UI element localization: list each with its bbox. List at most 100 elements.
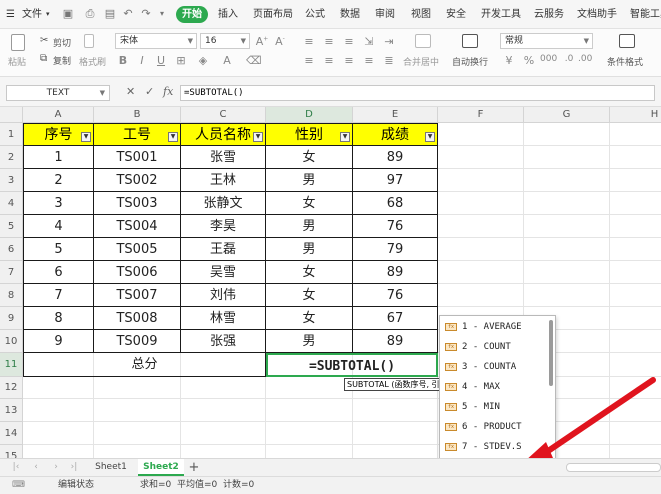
data-cell[interactable]: 林雪 xyxy=(181,307,266,330)
confirm-icon[interactable]: ✓ xyxy=(145,85,154,98)
row-header-10[interactable]: 10 xyxy=(0,330,23,353)
data-cell[interactable]: 8 xyxy=(23,307,94,330)
row-header-13[interactable]: 13 xyxy=(0,399,23,422)
underline-icon[interactable]: U xyxy=(154,54,168,67)
undo-icon[interactable]: ↶ xyxy=(122,8,134,20)
cut-icon[interactable]: ✂ xyxy=(40,35,48,46)
data-cell[interactable]: 2 xyxy=(23,169,94,192)
data-cell[interactable]: 79 xyxy=(353,238,438,261)
sheet-tab-sheet1[interactable]: Sheet1 xyxy=(88,459,134,476)
data-cell[interactable]: TS007 xyxy=(94,284,181,307)
filter-dropdown-icon[interactable]: ▼ xyxy=(425,132,435,142)
tab-developer[interactable]: 开发工具 xyxy=(481,0,521,29)
data-cell[interactable]: 4 xyxy=(23,215,94,238)
conditional-format-button[interactable]: 条件格式 xyxy=(607,55,643,68)
number-format-select[interactable]: 常规 ▼ xyxy=(500,33,593,49)
data-cell[interactable]: 李昊 xyxy=(181,215,266,238)
data-cell[interactable]: TS003 xyxy=(94,192,181,215)
tab-insert[interactable]: 插入 xyxy=(218,0,238,29)
row-header-7[interactable]: 7 xyxy=(0,261,23,284)
data-cell[interactable]: TS001 xyxy=(94,146,181,169)
tab-data[interactable]: 数据 xyxy=(340,0,360,29)
decrease-decimal-icon[interactable]: .00 xyxy=(578,54,592,64)
conditional-format-icon[interactable] xyxy=(619,34,635,48)
format-painter-button[interactable]: 格式刷 xyxy=(79,55,106,68)
quick-access-more-icon[interactable]: ▾ xyxy=(156,8,168,20)
distribute-icon[interactable]: ≣ xyxy=(382,54,396,67)
formula-input[interactable]: =SUBTOTAL() xyxy=(180,85,655,101)
sheet-tab-sheet2[interactable]: Sheet2 xyxy=(138,459,184,476)
data-cell[interactable]: 89 xyxy=(353,330,438,353)
fill-color-icon[interactable]: ◈ xyxy=(196,54,210,67)
format-painter-icon[interactable] xyxy=(84,34,94,48)
print-preview-icon[interactable]: ▤ xyxy=(104,8,116,20)
column-header-c[interactable]: C xyxy=(181,107,266,123)
header-cell[interactable]: 人员名称 ▼ xyxy=(181,123,266,146)
filter-dropdown-icon[interactable]: ▼ xyxy=(168,132,178,142)
horizontal-scrollbar[interactable] xyxy=(566,463,661,472)
row-header-4[interactable]: 4 xyxy=(0,192,23,215)
cancel-icon[interactable]: ✕ xyxy=(126,85,135,98)
data-cell[interactable]: 女 xyxy=(266,284,353,307)
name-box[interactable]: TEXT ▼ xyxy=(6,85,110,101)
tab-page-layout[interactable]: 页面布局 xyxy=(253,0,293,29)
first-sheet-icon[interactable]: |‹ xyxy=(10,459,22,476)
row-header-15[interactable]: 15 xyxy=(0,445,23,458)
column-header-f[interactable]: F xyxy=(438,107,524,123)
row-header-6[interactable]: 6 xyxy=(0,238,23,261)
erase-format-icon[interactable]: ⌫ xyxy=(246,54,262,67)
data-cell[interactable]: 王林 xyxy=(181,169,266,192)
borders-icon[interactable]: ⊞ xyxy=(174,54,188,67)
font-size-select[interactable]: 16 ▼ xyxy=(200,33,250,49)
data-cell[interactable]: 张强 xyxy=(181,330,266,353)
chevron-down-icon[interactable]: ▾ xyxy=(46,0,50,29)
wrap-text-button[interactable]: 自动换行 xyxy=(452,55,488,68)
row-header-12[interactable]: 12 xyxy=(0,377,23,399)
header-cell[interactable]: 序号 ▼ xyxy=(23,123,94,146)
decrease-font-icon[interactable]: A- xyxy=(273,35,287,48)
italic-icon[interactable]: I xyxy=(135,54,149,67)
tab-security[interactable]: 安全 xyxy=(446,0,466,29)
column-header-e[interactable]: E xyxy=(353,107,438,123)
paste-label[interactable]: 粘贴 xyxy=(8,55,26,68)
row-header-3[interactable]: 3 xyxy=(0,169,23,192)
filter-dropdown-icon[interactable]: ▼ xyxy=(81,132,91,142)
data-cell[interactable]: TS005 xyxy=(94,238,181,261)
copy-button[interactable]: 复制 xyxy=(53,54,71,67)
justify-icon[interactable]: ≡ xyxy=(362,54,376,67)
align-center-icon[interactable]: ≡ xyxy=(322,54,336,67)
autocomplete-item[interactable]: fx 1 - AVERAGE xyxy=(440,317,548,337)
total-formula-cell[interactable]: =SUBTOTAL() xyxy=(266,353,438,377)
data-cell[interactable]: 张静文 xyxy=(181,192,266,215)
column-header-d[interactable]: D xyxy=(266,107,353,123)
hamburger-icon[interactable]: ☰ xyxy=(6,0,15,29)
header-cell[interactable]: 性别 ▼ xyxy=(266,123,353,146)
tab-formulas[interactable]: 公式 xyxy=(305,0,325,29)
align-middle-icon[interactable]: ≡ xyxy=(322,35,336,48)
data-cell[interactable]: 89 xyxy=(353,261,438,284)
align-top-icon[interactable]: ≡ xyxy=(302,35,316,48)
row-header-5[interactable]: 5 xyxy=(0,215,23,238)
data-cell[interactable]: 3 xyxy=(23,192,94,215)
data-cell[interactable]: 张雪 xyxy=(181,146,266,169)
data-cell[interactable]: 76 xyxy=(353,215,438,238)
orientation-icon[interactable]: ⇲ xyxy=(362,35,376,48)
redo-icon[interactable]: ↷ xyxy=(140,8,152,20)
row-header-2[interactable]: 2 xyxy=(0,146,23,169)
data-cell[interactable]: 男 xyxy=(266,330,353,353)
column-header-b[interactable]: B xyxy=(94,107,181,123)
row-header-9[interactable]: 9 xyxy=(0,307,23,330)
increase-decimal-icon[interactable]: .0 xyxy=(562,54,576,64)
menu-file[interactable]: 文件 xyxy=(22,0,42,29)
bold-icon[interactable]: B xyxy=(116,54,130,67)
print-icon[interactable]: ⎙ xyxy=(84,8,96,20)
data-cell[interactable]: TS006 xyxy=(94,261,181,284)
header-cell[interactable]: 工号 ▼ xyxy=(94,123,181,146)
data-cell[interactable]: 89 xyxy=(353,146,438,169)
data-cell[interactable]: 女 xyxy=(266,192,353,215)
data-cell[interactable]: 刘伟 xyxy=(181,284,266,307)
data-cell[interactable]: 女 xyxy=(266,146,353,169)
data-cell[interactable]: TS009 xyxy=(94,330,181,353)
column-header-g[interactable]: G xyxy=(524,107,610,123)
wrap-text-icon[interactable] xyxy=(462,34,478,48)
